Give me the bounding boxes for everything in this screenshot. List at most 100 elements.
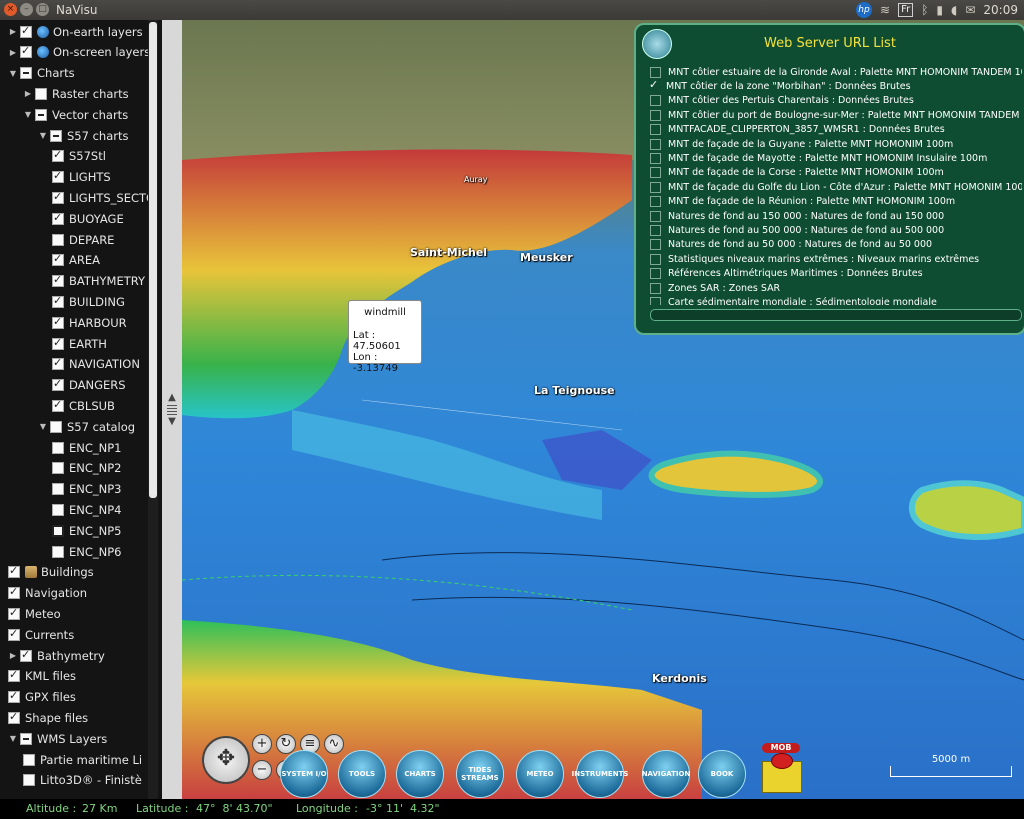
layer-tree-item[interactable]: ▼ S57 catalog (38, 416, 135, 437)
url-list-item[interactable]: Références Altimétriques Maritimes : Don… (650, 266, 1022, 280)
url-list-item[interactable]: MNT côtier du port de Boulogne-sur-Mer :… (650, 108, 1022, 122)
expanded-arrow-icon[interactable]: ▼ (38, 422, 48, 431)
url-item-checkbox[interactable] (650, 282, 661, 294)
layer-tree-item[interactable]: GPX files (8, 687, 76, 708)
layer-tree-item[interactable]: ENC_NP5 (52, 520, 122, 541)
url-list-item[interactable]: Natures de fond au 500 000 : Natures de … (650, 223, 1022, 237)
layer-checkbox[interactable] (50, 420, 62, 433)
layer-tree-item[interactable]: ENC_NP6 (52, 541, 122, 562)
wifi-icon[interactable]: ≋ (880, 3, 890, 17)
layer-tree-item[interactable]: BATHYMETRY (52, 271, 145, 292)
layer-tree-item[interactable]: Partie maritime Li (23, 749, 142, 770)
layer-checkbox[interactable] (52, 148, 64, 163)
layer-tree-item[interactable]: Navigation (8, 583, 87, 604)
collapsed-arrow-icon[interactable]: ▶ (8, 27, 18, 36)
collapsed-arrow-icon[interactable]: ▶ (23, 89, 33, 98)
panel-splitter[interactable]: ▲ ▼ (162, 20, 182, 799)
layer-checkbox[interactable] (20, 24, 32, 38)
layer-tree-item[interactable]: ENC_NP4 (52, 499, 122, 520)
layer-checkbox[interactable] (52, 503, 64, 516)
navigation-toolbar-button[interactable]: NAVIGATION (642, 750, 690, 798)
url-item-checkbox[interactable] (650, 210, 661, 222)
url-list-item[interactable]: Natures de fond au 50 000 : Natures de f… (650, 238, 1022, 252)
layer-checkbox[interactable] (52, 398, 64, 412)
url-list-item[interactable]: Zones SAR : Zones SAR (650, 281, 1022, 295)
url-list-item[interactable]: MNT de façade du Golfe du Lion - Côte d'… (650, 180, 1022, 194)
url-item-checkbox[interactable] (650, 253, 661, 265)
url-item-checkbox[interactable] (650, 124, 661, 136)
url-list-item[interactable]: Carte sédimentaire mondiale : Sédimentol… (650, 295, 1022, 305)
url-item-checkbox[interactable] (650, 181, 661, 193)
layer-tree-item[interactable]: Currents (8, 624, 74, 645)
layer-checkbox[interactable] (52, 336, 64, 350)
url-list-item[interactable]: MNT de façade de la Corse : Palette MNT … (650, 166, 1022, 180)
url-item-checkbox[interactable] (650, 138, 661, 150)
url-list-horizontal-scrollbar[interactable] (650, 309, 1022, 321)
zoom-in-button[interactable]: + (252, 734, 272, 754)
url-list-item[interactable]: MNT de façade de la Réunion : Palette MN… (650, 195, 1022, 209)
charts-toolbar-button[interactable]: CHARTS (396, 750, 444, 798)
collapsed-arrow-icon[interactable]: ▶ (8, 48, 18, 57)
url-list-item[interactable]: MNTFACADE_CLIPPERTON_3857_WMSR1 : Donnée… (650, 123, 1022, 137)
layer-tree-item[interactable]: Shape files (8, 707, 88, 728)
expanded-arrow-icon[interactable]: ▼ (38, 131, 48, 140)
sound-icon[interactable]: ◖ (951, 3, 957, 17)
layer-checkbox[interactable] (50, 129, 62, 142)
layer-tree-item[interactable]: BUILDING (52, 291, 125, 312)
layer-checkbox[interactable] (8, 710, 20, 724)
layer-tree-item[interactable]: ▼ S57 charts (38, 125, 129, 146)
layer-checkbox[interactable] (52, 273, 64, 288)
battery-icon[interactable]: ▮ (936, 3, 943, 17)
hp-logo-icon[interactable]: hp (856, 2, 872, 18)
url-list-item[interactable]: Natures de fond au 150 000 : Natures de … (650, 209, 1022, 223)
layer-checkbox[interactable] (8, 689, 20, 704)
rotate-button[interactable]: ↻ (276, 734, 296, 754)
layer-tree-item[interactable]: ENC_NP1 (52, 437, 122, 458)
book-toolbar-button[interactable]: BOOK (698, 750, 746, 798)
layer-checkbox[interactable] (20, 67, 32, 80)
layer-tree-item[interactable]: ▼ Vector charts (23, 104, 128, 125)
layer-checkbox[interactable] (35, 87, 47, 100)
url-item-checkbox[interactable] (650, 95, 661, 107)
layer-tree-item[interactable]: ENC_NP3 (52, 479, 122, 500)
layer-checkbox[interactable] (8, 606, 20, 620)
layer-tree-item[interactable]: ▶ Bathymetry (8, 645, 105, 666)
layer-tree-item[interactable]: CBLSUB (52, 395, 115, 416)
url-list-item[interactable]: Statistiques niveaux marins extrêmes : N… (650, 252, 1022, 266)
minimize-window-button[interactable]: – (20, 3, 33, 16)
layer-checkbox[interactable] (52, 233, 64, 246)
collapsed-arrow-icon[interactable]: ▶ (8, 651, 18, 660)
layer-checkbox[interactable] (52, 315, 64, 329)
layer-checkbox[interactable] (23, 774, 35, 787)
layer-checkbox[interactable] (20, 648, 32, 662)
close-window-button[interactable]: × (4, 3, 17, 16)
layer-checkbox[interactable] (52, 169, 64, 184)
pan-control-icon[interactable]: ✥ (202, 736, 250, 784)
url-item-checkbox[interactable] (650, 78, 659, 91)
wave-button[interactable]: ∿ (324, 734, 344, 754)
splitter-handle[interactable]: ▲ ▼ (164, 392, 180, 428)
tools-toolbar-button[interactable]: TOOLS (338, 750, 386, 798)
keyboard-layout-indicator[interactable]: Fr (898, 3, 914, 17)
layer-checkbox[interactable] (52, 252, 64, 267)
layer-tree-item[interactable]: ▶ On-screen layers (8, 42, 150, 63)
url-list[interactable]: MNT côtier estuaire de la Gironde Aval :… (650, 65, 1022, 305)
url-item-checkbox[interactable] (650, 239, 661, 251)
url-list-item[interactable]: MNT de façade de la Guyane : Palette MNT… (650, 137, 1022, 151)
layer-checkbox[interactable] (8, 585, 20, 600)
expanded-arrow-icon[interactable]: ▼ (8, 69, 18, 78)
layer-tree-item[interactable]: LIGHTS (52, 167, 111, 188)
url-list-item[interactable]: MNT côtier estuaire de la Gironde Aval :… (650, 65, 1022, 79)
layer-checkbox[interactable] (52, 294, 64, 308)
mob-red-button-icon[interactable] (771, 753, 793, 769)
layer-checkbox[interactable] (52, 377, 64, 392)
url-item-checkbox[interactable] (650, 268, 661, 280)
tides-toolbar-button[interactable]: TIDES STREAMS (456, 750, 504, 798)
layer-checkbox[interactable] (52, 462, 64, 475)
layer-checkbox[interactable] (20, 732, 32, 745)
meteo-toolbar-button[interactable]: METEO (516, 750, 564, 798)
maximize-window-button[interactable]: □ (36, 3, 49, 16)
layer-tree-item[interactable]: HARBOUR (52, 312, 127, 333)
layer-tree-item[interactable]: ▼ WMS Layers (8, 728, 107, 749)
layer-tree-item[interactable]: Meteo (8, 603, 61, 624)
